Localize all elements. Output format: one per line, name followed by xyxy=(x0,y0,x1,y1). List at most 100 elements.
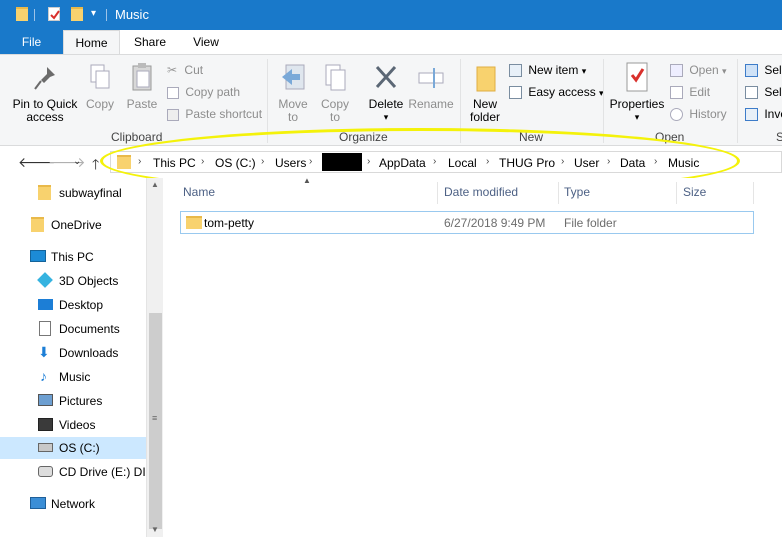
history-icon xyxy=(670,108,683,122)
move-to-button[interactable]: Move to xyxy=(276,63,310,124)
nav-item-onedrive[interactable]: OneDrive xyxy=(0,214,146,236)
column-header-name[interactable]: Name xyxy=(183,185,215,199)
paste-button[interactable]: Paste xyxy=(126,61,158,111)
history-button[interactable]: History xyxy=(670,107,727,122)
nav-item-this-pc[interactable]: This PC xyxy=(0,246,146,268)
nav-item-videos[interactable]: Videos xyxy=(0,414,146,436)
nav-item-label: Downloads xyxy=(59,346,119,360)
network-icon xyxy=(30,497,46,509)
chevron-down-icon: ▾ xyxy=(383,112,389,122)
cube-icon xyxy=(37,272,53,288)
nav-item-os-c[interactable]: OS (C:) xyxy=(0,437,146,459)
menu-tabs: File Home Share View xyxy=(0,30,782,54)
videos-icon xyxy=(38,418,53,431)
tab-share[interactable]: Share xyxy=(124,30,176,54)
divider xyxy=(753,182,754,204)
divider xyxy=(437,182,438,204)
nav-item-label: subwayfinal xyxy=(59,186,122,200)
new-item-button[interactable]: New item ▾ xyxy=(509,63,586,78)
divider xyxy=(558,182,559,204)
nav-item-label: This PC xyxy=(51,250,94,264)
copy-to-button[interactable]: Copy to xyxy=(318,63,352,124)
copy-button[interactable]: Copy xyxy=(84,63,116,111)
rename-button[interactable]: Rename xyxy=(408,63,454,111)
properties-button[interactable]: Properties ▾ xyxy=(608,61,666,124)
download-icon: ⬇ xyxy=(38,344,50,360)
copy-path-icon xyxy=(167,86,179,99)
file-date: 6/27/2018 9:49 PM xyxy=(444,216,546,230)
paste-shortcut-button[interactable]: Paste shortcut xyxy=(167,107,262,121)
column-header-date[interactable]: Date modified xyxy=(444,185,518,199)
desktop-icon xyxy=(38,299,53,310)
sort-ascending-icon: ▲ xyxy=(303,176,311,185)
column-header-size[interactable]: Size xyxy=(683,185,706,199)
grip-icon: ≡ xyxy=(152,413,158,423)
monitor-icon xyxy=(30,250,46,262)
chevron-down-icon[interactable]: ▾ xyxy=(91,8,96,19)
properties-icon xyxy=(626,62,648,92)
edit-label: Edit xyxy=(689,85,711,99)
nav-item-label: Pictures xyxy=(59,394,103,408)
scrollbar-thumb[interactable]: ≡ xyxy=(149,313,162,529)
nav-item-label: 3D Objects xyxy=(59,274,119,288)
new-folder-quick-icon[interactable] xyxy=(71,7,83,21)
copy-path-button[interactable]: Copy path xyxy=(167,85,240,99)
table-row[interactable]: tom-petty 6/27/2018 9:49 PM File folder xyxy=(180,211,754,234)
nav-item-documents[interactable]: Documents xyxy=(0,318,146,340)
select-all-icon xyxy=(745,64,758,78)
easy-access-button[interactable]: Easy access ▾ xyxy=(509,85,604,100)
copy-icon xyxy=(90,64,110,89)
open-button[interactable]: Open ▾ xyxy=(670,63,727,78)
up-arrow-icon[interactable]: 🡑 xyxy=(92,154,99,178)
folder-icon xyxy=(186,216,202,229)
pictures-icon xyxy=(38,394,53,406)
nav-item-label: Music xyxy=(59,370,91,384)
pin-to-quick-access-button[interactable]: Pin to Quick access xyxy=(10,65,80,124)
copy-to-icon xyxy=(325,64,346,91)
move-to-icon xyxy=(282,64,305,90)
divider xyxy=(106,9,107,21)
chevron-down-icon: ▾ xyxy=(722,66,727,76)
select-all-button[interactable]: Sele xyxy=(745,63,782,78)
scroll-down-icon[interactable]: ▼ xyxy=(151,525,159,534)
recent-locations-chevron-icon[interactable]: ⌄ xyxy=(73,156,81,167)
file-type: File folder xyxy=(564,216,617,230)
paste-shortcut-icon xyxy=(167,108,179,121)
nav-item-cd-drive[interactable]: CD Drive (E:) DIS xyxy=(0,461,154,483)
nav-item-desktop[interactable]: Desktop xyxy=(0,294,146,316)
file-list: ▲ Name Date modified Type Size tom-petty… xyxy=(163,176,782,537)
cut-button[interactable]: ✂ Cut xyxy=(167,63,203,77)
select-all-label: Sele xyxy=(764,63,782,77)
copy-label: Copy xyxy=(85,97,114,111)
delete-x-icon xyxy=(375,65,397,89)
pin-icon xyxy=(34,67,55,90)
nav-scrollbar[interactable]: ▲ ≡ ▼ xyxy=(146,178,163,537)
properties-quick-icon[interactable] xyxy=(48,7,60,21)
invert-selection-label: Inve xyxy=(764,107,782,121)
folder-icon xyxy=(16,7,28,21)
invert-selection-button[interactable]: Inve xyxy=(745,107,782,122)
tab-view[interactable]: View xyxy=(180,30,232,54)
nav-item-network[interactable]: Network xyxy=(0,493,146,515)
new-folder-button[interactable]: New folder xyxy=(466,61,504,124)
pin-label-line2: access xyxy=(26,110,64,124)
column-header-type[interactable]: Type xyxy=(564,185,590,199)
file-name: tom-petty xyxy=(204,216,255,230)
tab-home[interactable]: Home xyxy=(63,30,120,54)
nav-item-music[interactable]: ♪ Music xyxy=(0,366,146,388)
nav-item-3d-objects[interactable]: 3D Objects xyxy=(0,270,146,292)
open-icon xyxy=(670,64,683,78)
delete-button[interactable]: Delete ▾ xyxy=(366,63,406,124)
new-item-icon xyxy=(509,64,522,78)
tab-file[interactable]: File xyxy=(0,30,63,54)
select-none-label: Sele xyxy=(764,85,782,99)
scroll-up-icon[interactable]: ▲ xyxy=(151,180,159,189)
folder-icon xyxy=(31,217,44,232)
nav-item-pictures[interactable]: Pictures xyxy=(0,390,146,412)
select-none-button[interactable]: Sele xyxy=(745,85,782,100)
music-icon: ♪ xyxy=(40,368,47,384)
edit-button[interactable]: Edit xyxy=(670,85,711,100)
nav-item-downloads[interactable]: ⬇ Downloads xyxy=(0,342,146,364)
nav-item-label: CD Drive (E:) DIS xyxy=(59,465,154,479)
nav-item-subwayfinal[interactable]: subwayfinal xyxy=(0,182,146,204)
